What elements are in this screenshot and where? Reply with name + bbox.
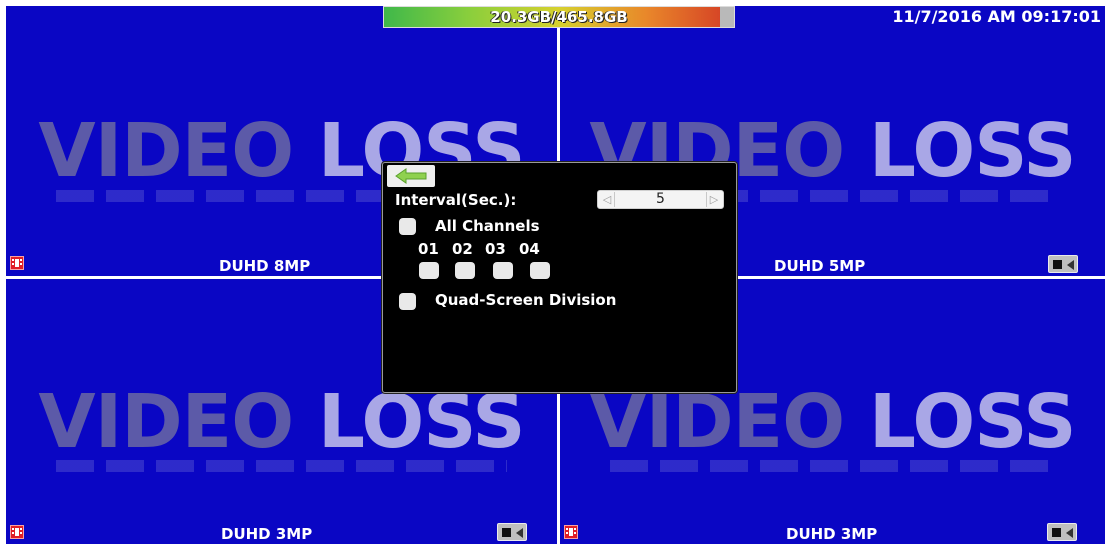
all-channels-label: All Channels [435, 217, 540, 235]
record-icon [1052, 528, 1061, 537]
speaker-icon [516, 528, 523, 538]
status-indicator [1047, 523, 1077, 541]
channel-label: DUHD 8MP [219, 257, 311, 275]
video-loss-reflection [56, 460, 507, 472]
film-icon [564, 525, 578, 539]
hdd-usage-text: 20.3GB/465.8GB [490, 8, 628, 26]
spin-right-arrow-icon[interactable]: ▷ [706, 192, 721, 207]
record-icon [502, 528, 511, 537]
channel-checkbox-02[interactable] [455, 262, 475, 279]
channel-checkbox-03[interactable] [493, 262, 513, 279]
channel-checkbox-04[interactable] [530, 262, 550, 279]
quad-screen-checkbox[interactable] [399, 293, 416, 310]
status-indicator [497, 523, 527, 541]
status-indicator [1048, 255, 1078, 273]
film-icon [10, 525, 24, 539]
channel-number-04: 04 [519, 240, 540, 258]
back-arrow-icon [395, 168, 427, 184]
quad-screen-label: Quad-Screen Division [435, 291, 617, 309]
record-icon [1053, 260, 1062, 269]
channel-checkbox-01[interactable] [419, 262, 439, 279]
video-loss-word-2: LOSS [868, 379, 1077, 465]
interval-value: 5 [656, 191, 665, 207]
channel-number-01: 01 [418, 240, 439, 258]
channel-number-02: 02 [452, 240, 473, 258]
video-loss-word-1: VIDEO [38, 379, 294, 465]
film-icon [10, 256, 24, 270]
all-channels-checkbox[interactable] [399, 218, 416, 235]
spin-left-arrow-icon[interactable]: ◁ [600, 192, 615, 207]
interval-label: Interval(Sec.): [395, 191, 517, 209]
channel-label: DUHD 3MP [221, 525, 313, 543]
datetime-display: 11/7/2016 AM 09:17:01 [892, 7, 1101, 26]
hdd-usage-bar: 20.3GB/465.8GB [383, 6, 735, 28]
speaker-icon [1066, 528, 1073, 538]
channel-label: DUHD 3MP [786, 525, 878, 543]
video-loss-word-2: LOSS [868, 108, 1077, 194]
video-loss-word-1: VIDEO [38, 108, 294, 194]
channel-label: DUHD 5MP [774, 257, 866, 275]
back-button[interactable] [387, 165, 435, 187]
channel-number-03: 03 [485, 240, 506, 258]
sequence-dialog: Interval(Sec.): ◁ 5 ▷ All Channels 01 02… [382, 162, 737, 393]
speaker-icon [1067, 260, 1074, 270]
interval-spinner[interactable]: ◁ 5 ▷ [597, 190, 724, 209]
video-loss-reflection [610, 460, 1055, 472]
